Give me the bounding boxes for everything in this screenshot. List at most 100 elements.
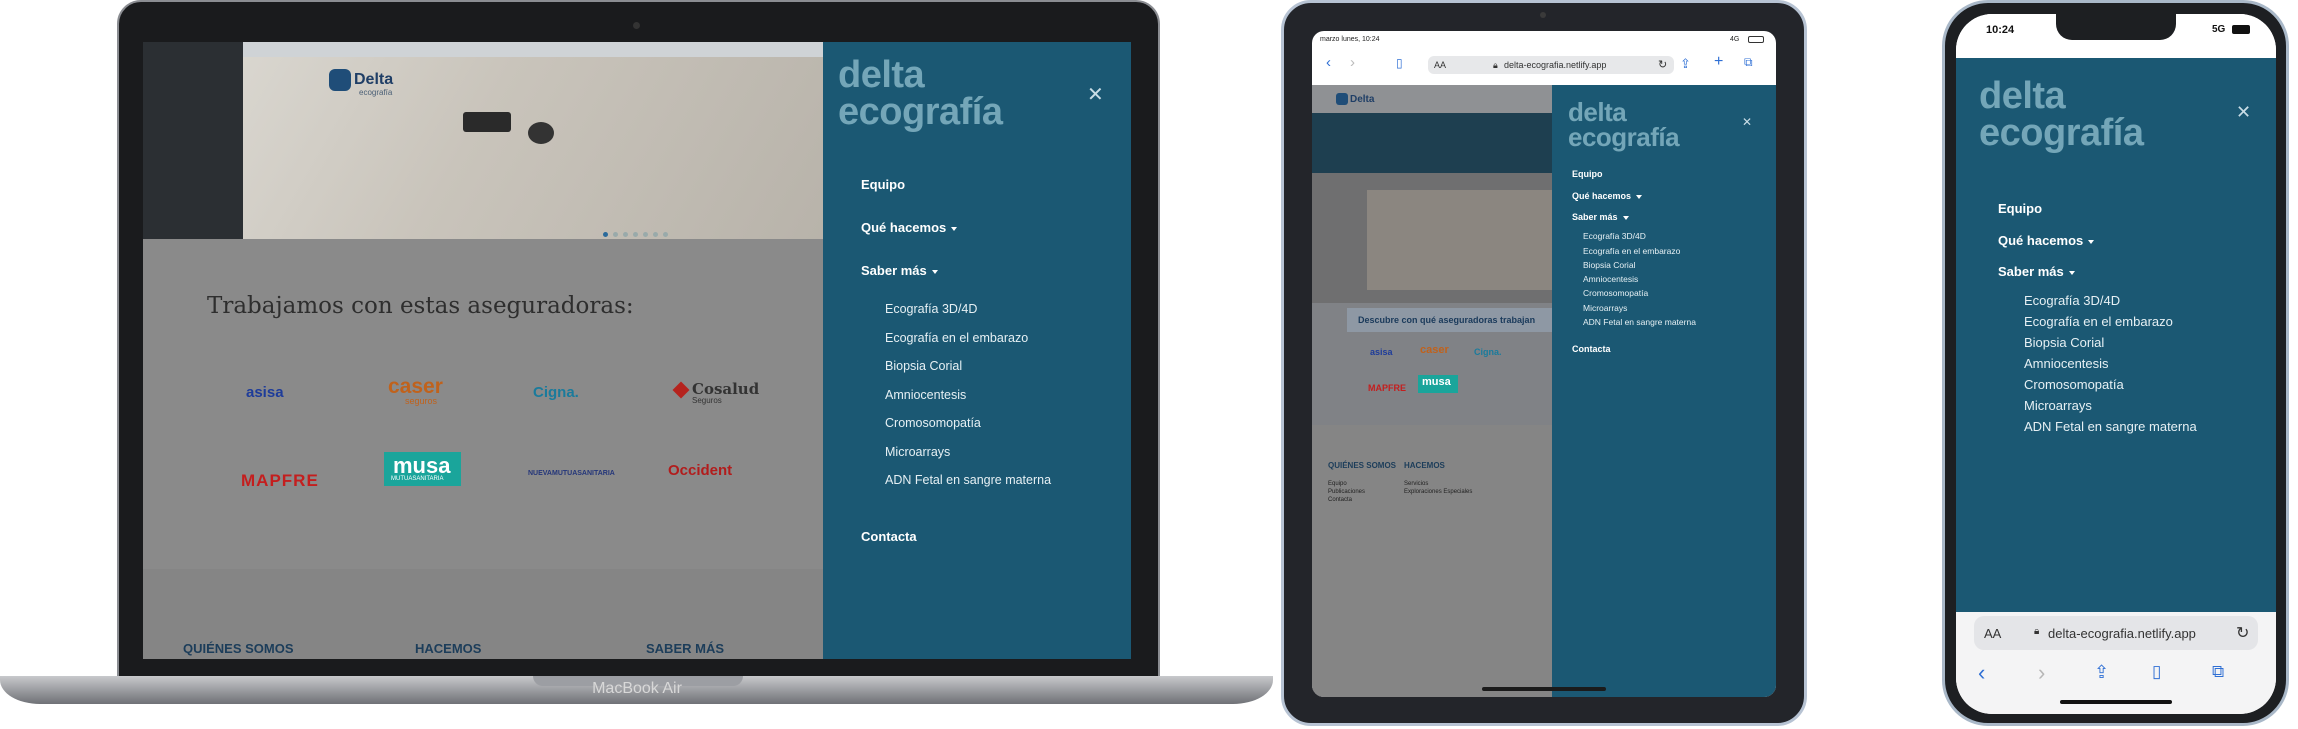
bookmarks-icon[interactable]: ▯ [2152, 662, 2161, 682]
insurer-logo-occident: Occident [668, 462, 733, 479]
tablet-menu-brand[interactable]: delta ecografía [1568, 99, 1680, 153]
tabs-icon[interactable]: ⧉ [2212, 662, 2224, 682]
bookmarks-icon[interactable]: ▯ [1396, 56, 1403, 70]
laptop-model-label: MacBook Air [592, 680, 682, 697]
insurer-logo-asisa: asisa [246, 384, 284, 401]
brand-line-2: ecografía [1979, 112, 2144, 155]
submenu-item-adn-fetal[interactable]: ADN Fetal en sangre materna [1583, 317, 1696, 327]
tablet-logo-text[interactable]: Delta [1350, 94, 1374, 105]
submenu-item-microarrays[interactable]: Microarrays [2024, 398, 2092, 413]
tablet-footer-link[interactable]: Equipo [1328, 481, 1347, 487]
submenu-item-eco-3d4d[interactable]: Ecografía 3D/4D [2024, 293, 2120, 308]
menu-item-equipo[interactable]: Equipo [1998, 201, 2042, 216]
tablet-insurer-asisa: asisa [1370, 347, 1393, 357]
share-icon[interactable]: ⇪ [1680, 56, 1691, 72]
submenu-item-eco-embarazo[interactable]: Ecografía en el embarazo [885, 331, 1028, 345]
menu-item-equipo[interactable]: Equipo [1572, 169, 1603, 179]
menu-item-saber-mas[interactable]: Saber más [1998, 264, 2075, 279]
tablet-site-header [1312, 85, 1552, 113]
footer-heading-saber[interactable]: SABER MÁS [646, 641, 724, 656]
menu-item-contacta[interactable]: Contacta [861, 529, 917, 544]
submenu-item-eco-embarazo[interactable]: Ecografía en el embarazo [2024, 314, 2173, 329]
phone-menu-brand[interactable]: delta ecografía [1979, 75, 2144, 155]
tablet-hero-band [1312, 113, 1552, 173]
phone-home-indicator[interactable] [2060, 700, 2172, 704]
back-icon[interactable]: ‹ [1978, 660, 1985, 686]
brand-line-2: ecografía [838, 91, 1003, 134]
back-icon[interactable]: ‹ [1326, 54, 1331, 71]
insurer-logo-mapfre: MAPFRE [241, 471, 319, 490]
phone-url-bar[interactable]: AA 🔒︎ delta-ecografia.netlify.app ↻ [1974, 616, 2258, 650]
phone-screen: 10:24 5G delta ecografía ✕ Equipo Qué ha… [1956, 14, 2276, 714]
tablet-insurer-mapfre: MAPFRE [1368, 383, 1406, 393]
hero-side-image [143, 42, 243, 239]
tablet-footer-link[interactable]: Publicaciones [1328, 489, 1365, 495]
menu-item-que-hacemos[interactable]: Qué hacemos [1572, 191, 1642, 201]
menu-item-que-hacemos[interactable]: Qué hacemos [861, 220, 957, 235]
tablet-overlay-menu: delta ecografía ✕ Equipo Qué hacemos Sab… [1552, 85, 1776, 697]
forward-icon[interactable]: › [1350, 54, 1355, 71]
tablet-insurer-caser: caser [1420, 344, 1449, 356]
reload-icon[interactable]: ↻ [1658, 58, 1667, 71]
lock-icon: 🔒︎ [1493, 60, 1498, 70]
close-icon[interactable]: ✕ [2236, 102, 2251, 123]
reader-aa-button[interactable]: AA [1984, 626, 2001, 641]
footer-heading-quienes[interactable]: QUIÉNES SOMOS [183, 641, 294, 656]
tablet-hero-photo [1367, 190, 1552, 290]
battery-icon [1748, 36, 1764, 43]
brand-line-2: ecografía [1568, 122, 1680, 153]
reload-icon[interactable]: ↻ [2236, 623, 2249, 643]
tablet-footer-heading-hacemos[interactable]: HACEMOS [1404, 461, 1445, 470]
submenu-item-eco-3d4d[interactable]: Ecografía 3D/4D [1583, 231, 1646, 241]
tablet-footer-link[interactable]: Exploraciones Especiales [1404, 489, 1472, 495]
menu-item-contacta[interactable]: Contacta [1572, 344, 1611, 354]
menu-item-que-hacemos[interactable]: Qué hacemos [1998, 233, 2094, 248]
site-logo-text[interactable]: Delta [354, 71, 393, 89]
phone-status-signal: 5G [2212, 24, 2226, 35]
tablet-url-bar[interactable]: AA 🔒︎ delta-ecografia.netlify.app ↻ [1428, 56, 1674, 74]
insurer-logo-nuevamutua: NUEVAMUTUASANITARIA [528, 470, 615, 477]
submenu-item-microarrays[interactable]: Microarrays [885, 445, 950, 459]
tablet-home-indicator[interactable] [1482, 687, 1606, 691]
submenu-item-amniocentesis[interactable]: Amniocentesis [1583, 274, 1638, 284]
keyboard-image [463, 112, 511, 132]
submenu-item-biopsia[interactable]: Biopsia Corial [2024, 335, 2104, 350]
battery-icon [2232, 25, 2250, 34]
tablet-footer-heading-quienes[interactable]: QUIÉNES SOMOS [1328, 461, 1396, 470]
submenu-item-amniocentesis[interactable]: Amniocentesis [2024, 356, 2109, 371]
submenu-item-microarrays[interactable]: Microarrays [1583, 303, 1627, 313]
submenu-item-cromosomopatia[interactable]: Cromosomopatía [885, 416, 981, 430]
footer-heading-hacemos[interactable]: HACEMOS [415, 641, 481, 656]
submenu-item-biopsia[interactable]: Biopsia Corial [885, 359, 962, 373]
phone-status-time: 10:24 [1986, 24, 2015, 36]
submenu-item-adn-fetal[interactable]: ADN Fetal en sangre materna [2024, 419, 2197, 434]
menu-item-saber-mas[interactable]: Saber más [1572, 212, 1629, 222]
tablet-camera [1540, 12, 1546, 18]
brand-line-1: delta [1979, 75, 2066, 117]
submenu-item-eco-3d4d[interactable]: Ecografía 3D/4D [885, 302, 977, 316]
submenu-item-cromosomopatia[interactable]: Cromosomopatía [1583, 288, 1648, 298]
menu-item-equipo[interactable]: Equipo [861, 177, 905, 192]
insurer-logo-cigna: Cigna. [533, 384, 579, 401]
site-logo-subtext: ecografía [359, 88, 393, 97]
tablet-footer-link[interactable]: Servicios [1404, 481, 1428, 487]
reader-aa-button[interactable]: AA [1434, 60, 1446, 70]
forward-icon[interactable]: › [2038, 660, 2045, 686]
submenu-item-eco-embarazo[interactable]: Ecografía en el embarazo [1583, 246, 1680, 256]
submenu-item-biopsia[interactable]: Biopsia Corial [1583, 260, 1635, 270]
menu-item-saber-mas[interactable]: Saber más [861, 263, 938, 278]
insurer-logo-caser-sub: seguros [405, 396, 438, 406]
mouse-image [528, 122, 554, 144]
submenu-item-adn-fetal[interactable]: ADN Fetal en sangre materna [885, 473, 1051, 487]
share-icon[interactable]: ⇪ [2094, 662, 2109, 683]
tablet-insurer-cigna: Cigna. [1474, 347, 1502, 357]
new-tab-icon[interactable]: + [1714, 53, 1723, 71]
close-icon[interactable]: ✕ [1742, 115, 1752, 129]
tabs-icon[interactable]: ⧉ [1744, 55, 1753, 70]
tablet-footer-link[interactable]: Contacta [1328, 497, 1352, 503]
submenu-item-cromosomopatia[interactable]: Cromosomopatía [2024, 377, 2124, 392]
insurer-logo-musa-sub: MUTUASANITARIA [391, 476, 444, 482]
close-icon[interactable]: ✕ [1087, 82, 1104, 107]
submenu-item-amniocentesis[interactable]: Amniocentesis [885, 388, 966, 402]
menu-brand[interactable]: delta ecografía [838, 56, 1003, 134]
